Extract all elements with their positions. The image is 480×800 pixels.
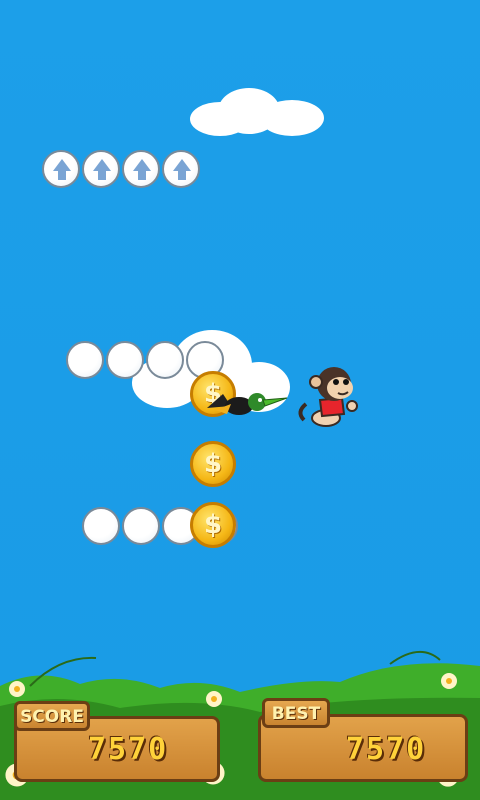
boost-cloud-puff [122, 150, 160, 188]
boost-cloud-puff [82, 150, 120, 188]
flower-icon [9, 681, 25, 697]
monkey-player-icon [298, 367, 358, 427]
cloud-puff [82, 507, 120, 545]
cloud-puff [122, 507, 160, 545]
background-cloud-top [190, 88, 330, 140]
cloud-puff [146, 341, 184, 379]
boost-cloud-puff [42, 150, 80, 188]
cloud-puff [66, 341, 104, 379]
boost-cloud-row [42, 150, 202, 190]
flower-icon [206, 691, 222, 707]
flower-icon [441, 673, 457, 689]
best-value: 7570 [346, 732, 427, 767]
coin-icon: $ [190, 441, 236, 487]
boost-cloud-puff [162, 150, 200, 188]
best-label: BEST [262, 698, 330, 728]
score-value: 7570 [88, 732, 169, 767]
coin-icon: $ [190, 502, 236, 548]
score-label: SCORE [14, 701, 90, 731]
toucan-bird-icon [207, 393, 288, 415]
cloud-puff [106, 341, 144, 379]
